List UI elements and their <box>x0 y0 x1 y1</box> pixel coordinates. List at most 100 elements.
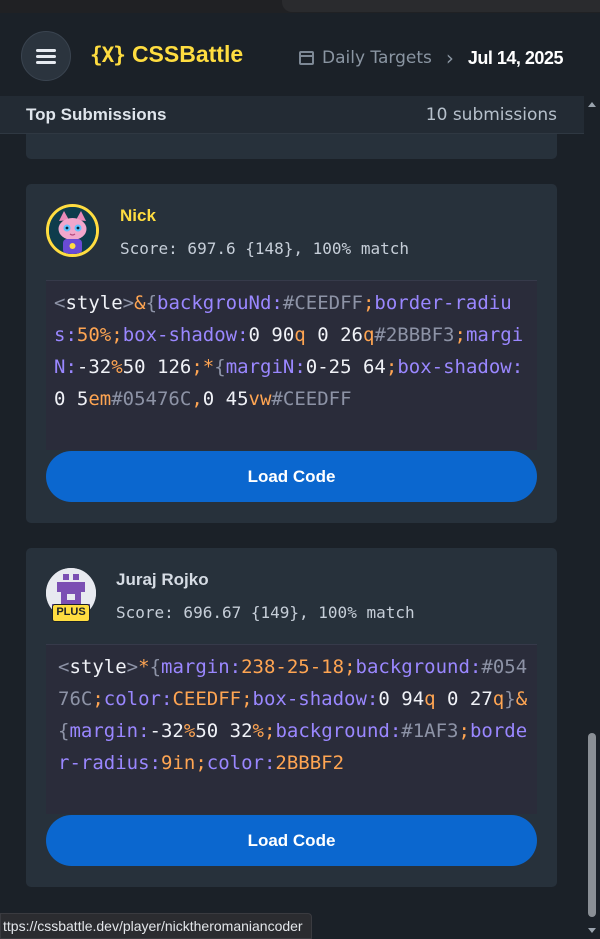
code-token: > <box>122 292 135 314</box>
code-token: 50% <box>76 324 112 346</box>
code-token: 238-25-18 <box>241 656 345 678</box>
code-token: < <box>54 292 66 314</box>
code-token: style <box>65 292 123 314</box>
code-token: * <box>138 656 150 678</box>
code-token: style <box>69 656 127 678</box>
scrollbar-thumb[interactable] <box>588 733 596 917</box>
load-code-button[interactable]: Load Code <box>46 451 537 502</box>
code-token: margin <box>161 656 230 678</box>
code-token: 1AF3 <box>412 720 459 742</box>
submission-card: PLUS Juraj Rojko Score: 696.67 {149}, 10… <box>26 548 557 887</box>
code-token: ; <box>241 688 253 710</box>
scroll-up-arrow-icon[interactable] <box>588 102 596 107</box>
code-token: background <box>275 720 390 742</box>
code-token: ; <box>191 356 203 378</box>
code-token: % <box>183 720 196 742</box>
code-token: : <box>229 656 242 678</box>
code-token: q <box>294 324 306 346</box>
player-name[interactable]: Nick <box>120 206 156 226</box>
code-token: # <box>401 720 413 742</box>
code-token: ; <box>454 324 466 346</box>
score-text: Score: 696.67 {149}, 100% match <box>116 603 415 622</box>
code-token: 50 126 <box>122 356 192 378</box>
code-token: : <box>149 752 161 774</box>
app-header: {X} CSSBattle Daily Targets › Jul 14, 20… <box>0 13 600 96</box>
breadcrumb: Daily Targets › Jul 14, 2025 <box>299 46 563 70</box>
menu-button[interactable] <box>21 31 71 81</box>
code-token: : <box>65 324 77 346</box>
code-token: 0 26 <box>305 324 363 346</box>
code-token: q <box>424 688 436 710</box>
code-token: color <box>103 688 161 710</box>
code-token: vw <box>248 388 272 410</box>
code-token: > <box>126 656 139 678</box>
code-token: ; <box>111 324 123 346</box>
submission-count: 10 submissions <box>425 105 557 125</box>
code-preview: <style>*{margin:238-25-18;background:#05… <box>46 644 537 814</box>
code-token: 2BBBF3 <box>385 324 455 346</box>
score-text: Score: 697.6 {148}, 100% match <box>120 239 409 258</box>
code-token: { <box>145 292 158 314</box>
avatar[interactable] <box>46 204 99 257</box>
code-token: : <box>263 752 276 774</box>
code-token: CEEDFF <box>294 292 363 314</box>
code-token: margin <box>69 720 139 742</box>
code-token: } <box>504 688 516 710</box>
code-token: { <box>214 356 226 378</box>
code-token: : <box>389 720 402 742</box>
breadcrumb-daily-targets[interactable]: Daily Targets <box>322 48 432 68</box>
code-token: # <box>481 656 493 678</box>
code-token: ; <box>344 656 356 678</box>
code-token: 0 5 <box>54 388 89 410</box>
code-token: % <box>111 356 123 378</box>
code-token: 50 32 <box>195 720 253 742</box>
code-token: : <box>294 356 306 378</box>
load-code-button[interactable]: Load Code <box>46 815 537 866</box>
code-token: & <box>134 292 146 314</box>
submissions-scroll-area[interactable]: Nick Score: 697.6 {148}, 100% match <sty… <box>0 96 600 939</box>
code-token: : <box>366 688 379 710</box>
code-token: em <box>88 388 112 410</box>
code-token: ; <box>458 720 470 742</box>
code-token: in <box>172 752 196 774</box>
code-token: # <box>282 292 295 314</box>
code-token: ; <box>92 688 104 710</box>
code-token: ; <box>362 292 375 314</box>
breadcrumb-date: Jul 14, 2025 <box>467 47 564 68</box>
code-token: , <box>191 388 203 410</box>
code-token: 0 27 <box>435 688 493 710</box>
code-token: : <box>271 292 283 314</box>
top-submissions-header: Top Submissions 10 submissions <box>0 96 584 134</box>
code-token: : <box>469 656 482 678</box>
code-token: box-shadow <box>122 324 238 346</box>
code-token: margiN <box>225 356 295 378</box>
plus-badge: PLUS <box>52 604 90 622</box>
section-title: Top Submissions <box>26 105 167 124</box>
code-token: CEEDFF <box>282 388 352 410</box>
code-token: backgrouNd <box>157 292 272 314</box>
code-token: : <box>138 720 150 742</box>
cssbattle-logo[interactable]: {X} CSSBattle <box>90 41 243 68</box>
code-token: & <box>515 688 528 710</box>
vertical-scrollbar[interactable] <box>584 96 600 939</box>
code-token: background <box>355 656 470 678</box>
scroll-down-arrow-icon[interactable] <box>588 928 596 933</box>
code-token: 0 90 <box>248 324 295 346</box>
code-token: q <box>492 688 505 710</box>
code-token: { <box>149 656 162 678</box>
status-bar-url: ttps://cssbattle.dev/player/nicktheroman… <box>0 913 312 939</box>
code-token: 05476C <box>122 388 192 410</box>
code-token: * <box>202 356 215 378</box>
top-submissions-panel: Nick Score: 697.6 {148}, 100% match <sty… <box>0 96 584 939</box>
code-token: -32 <box>149 720 184 742</box>
code-token: # <box>374 324 386 346</box>
code-token: box-shadow <box>252 688 367 710</box>
player-name[interactable]: Juraj Rojko <box>116 570 209 590</box>
code-token: color <box>206 752 264 774</box>
code-preview: <style>&{backgrouNd:#CEEDFF;border-radiu… <box>46 280 537 450</box>
code-token: -32 <box>76 356 112 378</box>
code-token: 9 <box>160 752 173 774</box>
browser-address-bar[interactable] <box>282 0 600 12</box>
code-token: : <box>65 356 77 378</box>
code-token: { <box>58 720 70 742</box>
